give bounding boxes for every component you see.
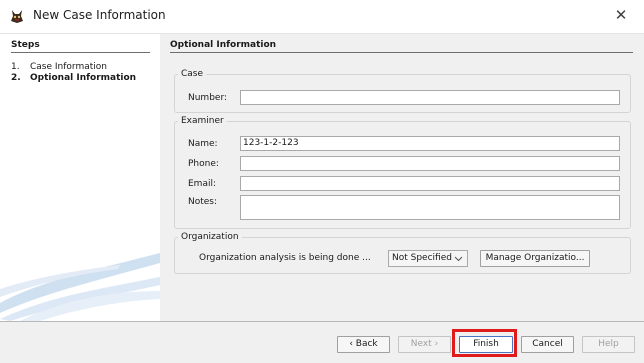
bottom-divider bbox=[0, 321, 644, 322]
decorative-swoosh-graphic bbox=[0, 253, 160, 321]
notes-label: Notes: bbox=[188, 197, 218, 207]
number-label: Number: bbox=[188, 93, 228, 103]
help-button[interactable]: Help bbox=[582, 336, 635, 353]
step-label: Case Information bbox=[30, 62, 107, 72]
examiner-email-field[interactable] bbox=[240, 176, 620, 191]
steps-heading: Steps bbox=[11, 40, 150, 53]
email-label: Email: bbox=[188, 179, 217, 189]
back-button-label: Back bbox=[355, 339, 378, 349]
step-label: Optional Information bbox=[30, 73, 137, 83]
back-button[interactable]: ‹ Back bbox=[337, 336, 390, 353]
step-number: 2. bbox=[11, 73, 21, 83]
title-bar: New Case Information ✕ bbox=[0, 0, 644, 34]
chevron-right-icon: › bbox=[431, 339, 439, 349]
window-title: New Case Information bbox=[33, 8, 166, 22]
examiner-notes-field[interactable] bbox=[240, 195, 620, 220]
section-heading: Optional Information bbox=[170, 40, 633, 53]
organization-select-value: Not Specified bbox=[392, 253, 452, 263]
step-case-information: 1. Case Information bbox=[11, 62, 107, 72]
app-logo-icon bbox=[11, 10, 23, 23]
organization-analysis-text: Organization analysis is being done ... bbox=[199, 253, 371, 263]
next-button-label: Next bbox=[410, 339, 432, 349]
steps-panel: Steps 1. Case Information 2. Optional Info… bbox=[0, 34, 160, 321]
examiner-name-field[interactable]: 123-1-2-123 bbox=[240, 136, 620, 151]
finish-button[interactable]: Finish bbox=[459, 336, 513, 353]
next-button[interactable]: Next › bbox=[398, 336, 451, 353]
manage-organization-button[interactable]: Manage Organizatio... bbox=[480, 250, 590, 267]
chevron-down-icon bbox=[454, 256, 463, 262]
case-legend: Case bbox=[181, 69, 204, 79]
examiner-phone-field[interactable] bbox=[240, 156, 620, 171]
phone-label: Phone: bbox=[188, 159, 219, 169]
name-label: Name: bbox=[188, 139, 218, 149]
step-optional-information: 2. Optional Information bbox=[11, 73, 136, 83]
organization-select[interactable]: Not Specified bbox=[388, 250, 468, 267]
close-icon[interactable]: ✕ bbox=[598, 0, 644, 33]
case-number-field[interactable] bbox=[240, 90, 620, 105]
cancel-button[interactable]: Cancel bbox=[521, 336, 574, 353]
examiner-legend: Examiner bbox=[181, 116, 224, 126]
step-number: 1. bbox=[11, 62, 20, 72]
organization-legend: Organization bbox=[181, 232, 239, 242]
